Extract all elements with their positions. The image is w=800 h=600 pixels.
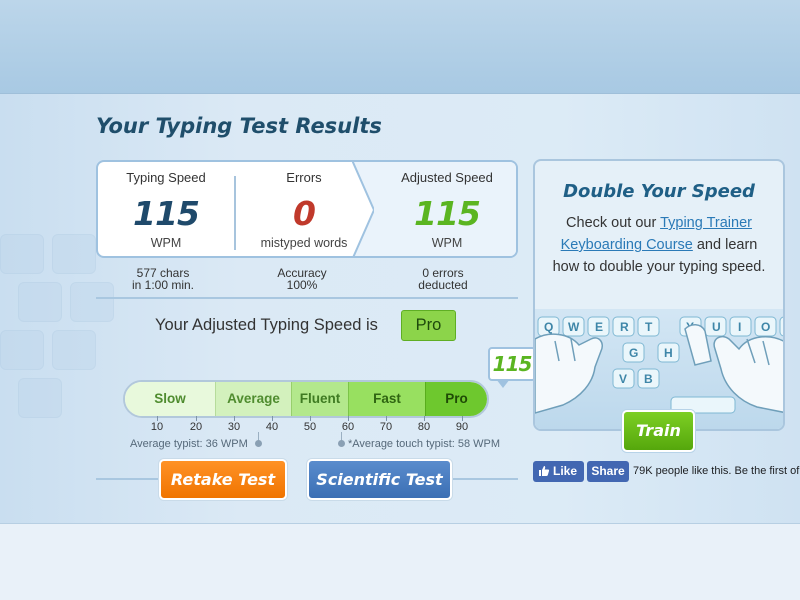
adjusted-speed-unit: WPM xyxy=(431,236,463,250)
svg-text:H: H xyxy=(664,346,673,360)
speed-marker-pointer xyxy=(496,379,510,388)
promo-text-before: Check out our xyxy=(566,215,661,231)
errors-deducted-info: 0 errors deducted xyxy=(393,267,493,291)
retake-test-button[interactable]: Retake Test xyxy=(159,459,287,500)
typing-speed-value: 115 xyxy=(133,194,200,233)
svg-text:R: R xyxy=(620,320,629,334)
facebook-share-button[interactable]: Share xyxy=(587,461,629,482)
promo-panel: Double Your Speed Check out our Typing T… xyxy=(533,159,785,431)
speed-level-badge: Pro xyxy=(401,310,456,341)
scale-segment-slow: Slow xyxy=(125,382,215,416)
page-title: Your Typing Test Results xyxy=(96,114,382,138)
scale-tick-label: 80 xyxy=(417,421,431,433)
scientific-test-button[interactable]: Scientific Test xyxy=(307,459,452,500)
average-typist-note: Average typist: 36 WPM xyxy=(130,438,248,450)
page-header-band xyxy=(0,0,800,94)
results-panel: Typing Speed 115 WPM Errors 0 mistyped w… xyxy=(96,160,518,258)
chars-typed-info: 577 chars in 1:00 min. xyxy=(116,267,210,291)
chars-duration: in 1:00 min. xyxy=(131,278,195,292)
svg-text:V: V xyxy=(619,372,627,386)
svg-text:B: B xyxy=(644,372,653,386)
promo-text: Check out our Typing Trainer Keyboarding… xyxy=(547,212,771,278)
page-footer-band xyxy=(0,524,800,600)
speed-scale: Slow Average Fluent Fast Pro xyxy=(123,380,489,418)
button-row-divider-left xyxy=(96,478,159,480)
svg-text:I: I xyxy=(738,320,741,334)
accuracy-value: 100% xyxy=(286,278,318,292)
svg-text:W: W xyxy=(568,320,580,334)
accuracy-info: Accuracy 100% xyxy=(252,267,352,291)
scale-tick-label: 10 xyxy=(150,421,164,433)
svg-text:U: U xyxy=(712,320,721,334)
svg-text:O: O xyxy=(761,320,770,334)
adjusted-speed-stat: Adjusted Speed 115 WPM xyxy=(374,162,516,256)
adjusted-speed-value: 115 xyxy=(414,194,481,233)
scale-segment-fluent: Fluent xyxy=(291,382,348,416)
facebook-like-label: Like xyxy=(553,464,578,478)
svg-text:E: E xyxy=(595,320,603,334)
scale-tick-label: 40 xyxy=(265,421,279,433)
button-row-divider-right xyxy=(452,478,518,480)
thumbs-up-icon xyxy=(539,466,550,476)
typing-speed-stat: Typing Speed 115 WPM xyxy=(98,162,234,256)
average-touch-typist-note: *Average touch typist: 58 WPM xyxy=(348,438,501,450)
scale-tick-label: 90 xyxy=(455,421,469,433)
adjusted-speed-label: Adjusted Speed xyxy=(401,170,493,185)
facebook-like-button[interactable]: Like xyxy=(533,461,584,482)
scale-tick-label: 70 xyxy=(379,421,393,433)
speed-marker-bubble: 115 xyxy=(488,347,536,381)
svg-text:G: G xyxy=(629,346,638,360)
adjusted-speed-summary: Your Adjusted Typing Speed is xyxy=(155,316,378,334)
scale-segment-average: Average xyxy=(215,382,291,416)
scale-tick-label: 50 xyxy=(303,421,317,433)
typing-speed-unit: WPM xyxy=(150,236,182,250)
scale-segment-pro: Pro xyxy=(425,382,487,416)
svg-text:T: T xyxy=(645,320,653,334)
section-divider xyxy=(96,297,518,299)
scale-tick-label: 30 xyxy=(227,421,241,433)
train-button[interactable]: Train xyxy=(622,410,695,452)
scale-tick-label: 20 xyxy=(189,421,203,433)
background-keyboard-decoration xyxy=(0,234,120,454)
average-typist-marker xyxy=(255,440,262,447)
scale-segment-fast: Fast xyxy=(348,382,425,416)
typing-speed-label: Typing Speed xyxy=(126,170,206,185)
errors-deducted-label: deducted xyxy=(418,278,468,292)
svg-text:Q: Q xyxy=(544,320,553,334)
promo-title: Double Your Speed xyxy=(563,181,755,202)
facebook-like-count: 79K people like this. Be the first of xyxy=(633,465,800,477)
touch-typist-marker xyxy=(338,440,345,447)
